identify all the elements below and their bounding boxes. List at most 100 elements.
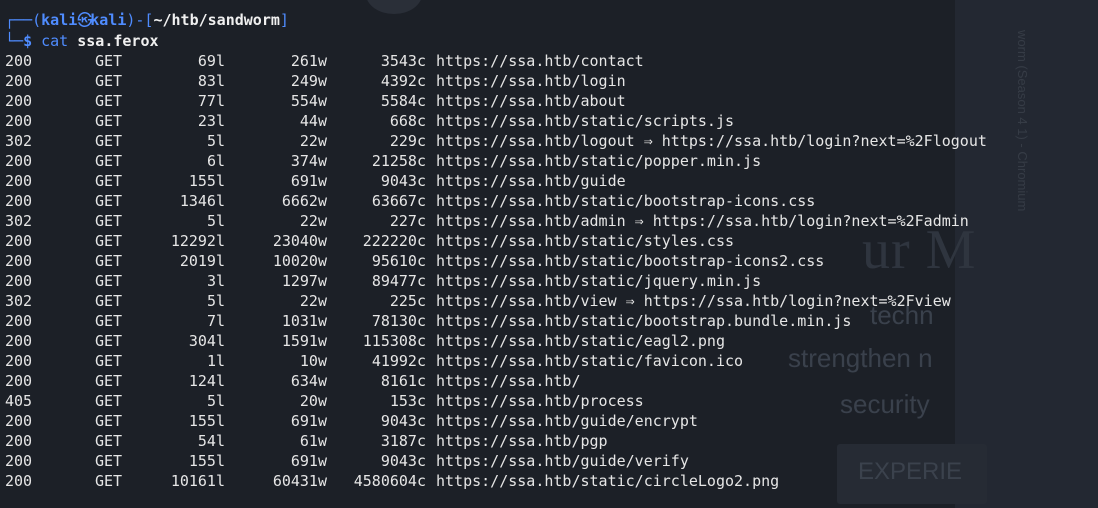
char-count: 227c [389, 212, 426, 230]
char-count: 9043c [380, 412, 426, 430]
kali-skull-icon: ㉿ [77, 11, 93, 29]
status-code: 200 [5, 452, 33, 470]
word-count: 22w [299, 212, 327, 230]
status-code: 200 [5, 232, 33, 250]
status-code: 200 [5, 312, 33, 330]
result-url: https://ssa.htb/about [436, 92, 626, 110]
terminal-window[interactable]: ┌──(kali㉿kali)-[~/htb/sandworm] └─$ cat … [0, 0, 1098, 508]
result-url: https://ssa.htb/static/favicon.ico [436, 352, 744, 370]
result-url: https://ssa.htb/static/bootstrap.bundle.… [436, 312, 852, 330]
word-count: 6662w [281, 192, 327, 210]
word-count: 22w [299, 292, 327, 310]
word-count: 374w [290, 152, 327, 170]
http-method: GET [95, 312, 123, 330]
status-code: 200 [5, 352, 33, 370]
line-count: 1346l [179, 192, 225, 210]
char-count: 9043c [380, 452, 426, 470]
result-url: https://ssa.htb/login [436, 72, 626, 90]
status-code: 200 [5, 152, 33, 170]
line-count: 155l [188, 452, 225, 470]
http-method: GET [95, 392, 123, 410]
line-count: 5l [206, 212, 225, 230]
result-url: https://ssa.htb/view ⇒ https://ssa.htb/l… [436, 292, 951, 310]
word-count: 44w [299, 112, 327, 130]
line-count: 69l [197, 52, 225, 70]
status-code: 200 [5, 72, 33, 90]
http-method: GET [95, 172, 123, 190]
word-count: 10020w [272, 252, 327, 270]
line-count: 54l [197, 432, 225, 450]
result-url: https://ssa.htb/static/circleLogo2.png [436, 472, 780, 490]
char-count: 78130c [371, 312, 426, 330]
char-count: 5584c [380, 92, 426, 110]
word-count: 61w [299, 432, 327, 450]
result-url: https://ssa.htb/guide/encrypt [436, 412, 698, 430]
http-method: GET [95, 52, 123, 70]
http-method: GET [95, 332, 123, 350]
result-url: https://ssa.htb/contact [436, 52, 644, 70]
prompt-close-bracket: ] [279, 11, 289, 29]
word-count: 554w [290, 92, 327, 110]
line-count: 5l [206, 292, 225, 310]
http-method: GET [95, 472, 123, 490]
line-count: 3l [206, 272, 225, 290]
word-count: 1591w [281, 332, 327, 350]
prompt-line-1: ┌──(kali㉿kali)-[~/htb/sandworm] [5, 10, 289, 30]
status-code: 200 [5, 112, 33, 130]
char-count: 21258c [371, 152, 426, 170]
status-code: 200 [5, 192, 33, 210]
http-method: GET [95, 72, 123, 90]
word-count: 634w [290, 372, 327, 390]
line-count: 2019l [179, 252, 225, 270]
status-code: 200 [5, 272, 33, 290]
word-count: 691w [290, 412, 327, 430]
http-method: GET [95, 432, 123, 450]
word-count: 691w [290, 172, 327, 190]
line-count: 155l [188, 172, 225, 190]
http-method: GET [95, 352, 123, 370]
status-code: 200 [5, 92, 33, 110]
status-code: 200 [5, 52, 33, 70]
result-url: https://ssa.htb/logout ⇒ https://ssa.htb… [436, 132, 987, 150]
line-count: 304l [188, 332, 225, 350]
status-code: 200 [5, 432, 33, 450]
prompt-corner-bottom: └─ [5, 32, 24, 50]
prompt-line-2: └─$ cat ssa.ferox [5, 31, 159, 51]
http-method: GET [95, 412, 123, 430]
char-count: 9043c [380, 172, 426, 190]
http-method: GET [95, 232, 123, 250]
http-method: GET [95, 132, 123, 150]
word-count: 1297w [281, 272, 327, 290]
prompt-path: ~/htb/sandworm [153, 11, 280, 29]
http-method: GET [95, 372, 123, 390]
status-code: 200 [5, 332, 33, 350]
http-method: GET [95, 112, 123, 130]
line-count: 23l [197, 112, 225, 130]
result-url: https://ssa.htb/static/bootstrap-icons2.… [436, 252, 825, 270]
char-count: 668c [389, 112, 426, 130]
word-count: 22w [299, 132, 327, 150]
char-count: 95610c [371, 252, 426, 270]
line-count: 124l [188, 372, 225, 390]
prompt-dollar: $ [23, 32, 33, 50]
result-url: https://ssa.htb/process [436, 392, 644, 410]
word-count: 261w [290, 52, 327, 70]
char-count: 222220c [362, 232, 426, 250]
command-name: cat [41, 32, 69, 50]
char-count: 225c [389, 292, 426, 310]
status-code: 405 [5, 392, 33, 410]
word-count: 10w [299, 352, 327, 370]
result-url: https://ssa.htb/static/styles.css [436, 232, 735, 250]
line-count: 77l [197, 92, 225, 110]
http-method: GET [95, 272, 123, 290]
result-url: https://ssa.htb/static/popper.min.js [436, 152, 762, 170]
char-count: 115308c [362, 332, 426, 350]
prompt-separator: )-[ [126, 11, 154, 29]
status-code: 200 [5, 252, 33, 270]
http-method: GET [95, 192, 123, 210]
http-method: GET [95, 212, 123, 230]
http-method: GET [95, 92, 123, 110]
result-url: https://ssa.htb/static/scripts.js [436, 112, 735, 130]
line-count: 6l [206, 152, 225, 170]
result-url: https://ssa.htb/pgp [436, 432, 608, 450]
